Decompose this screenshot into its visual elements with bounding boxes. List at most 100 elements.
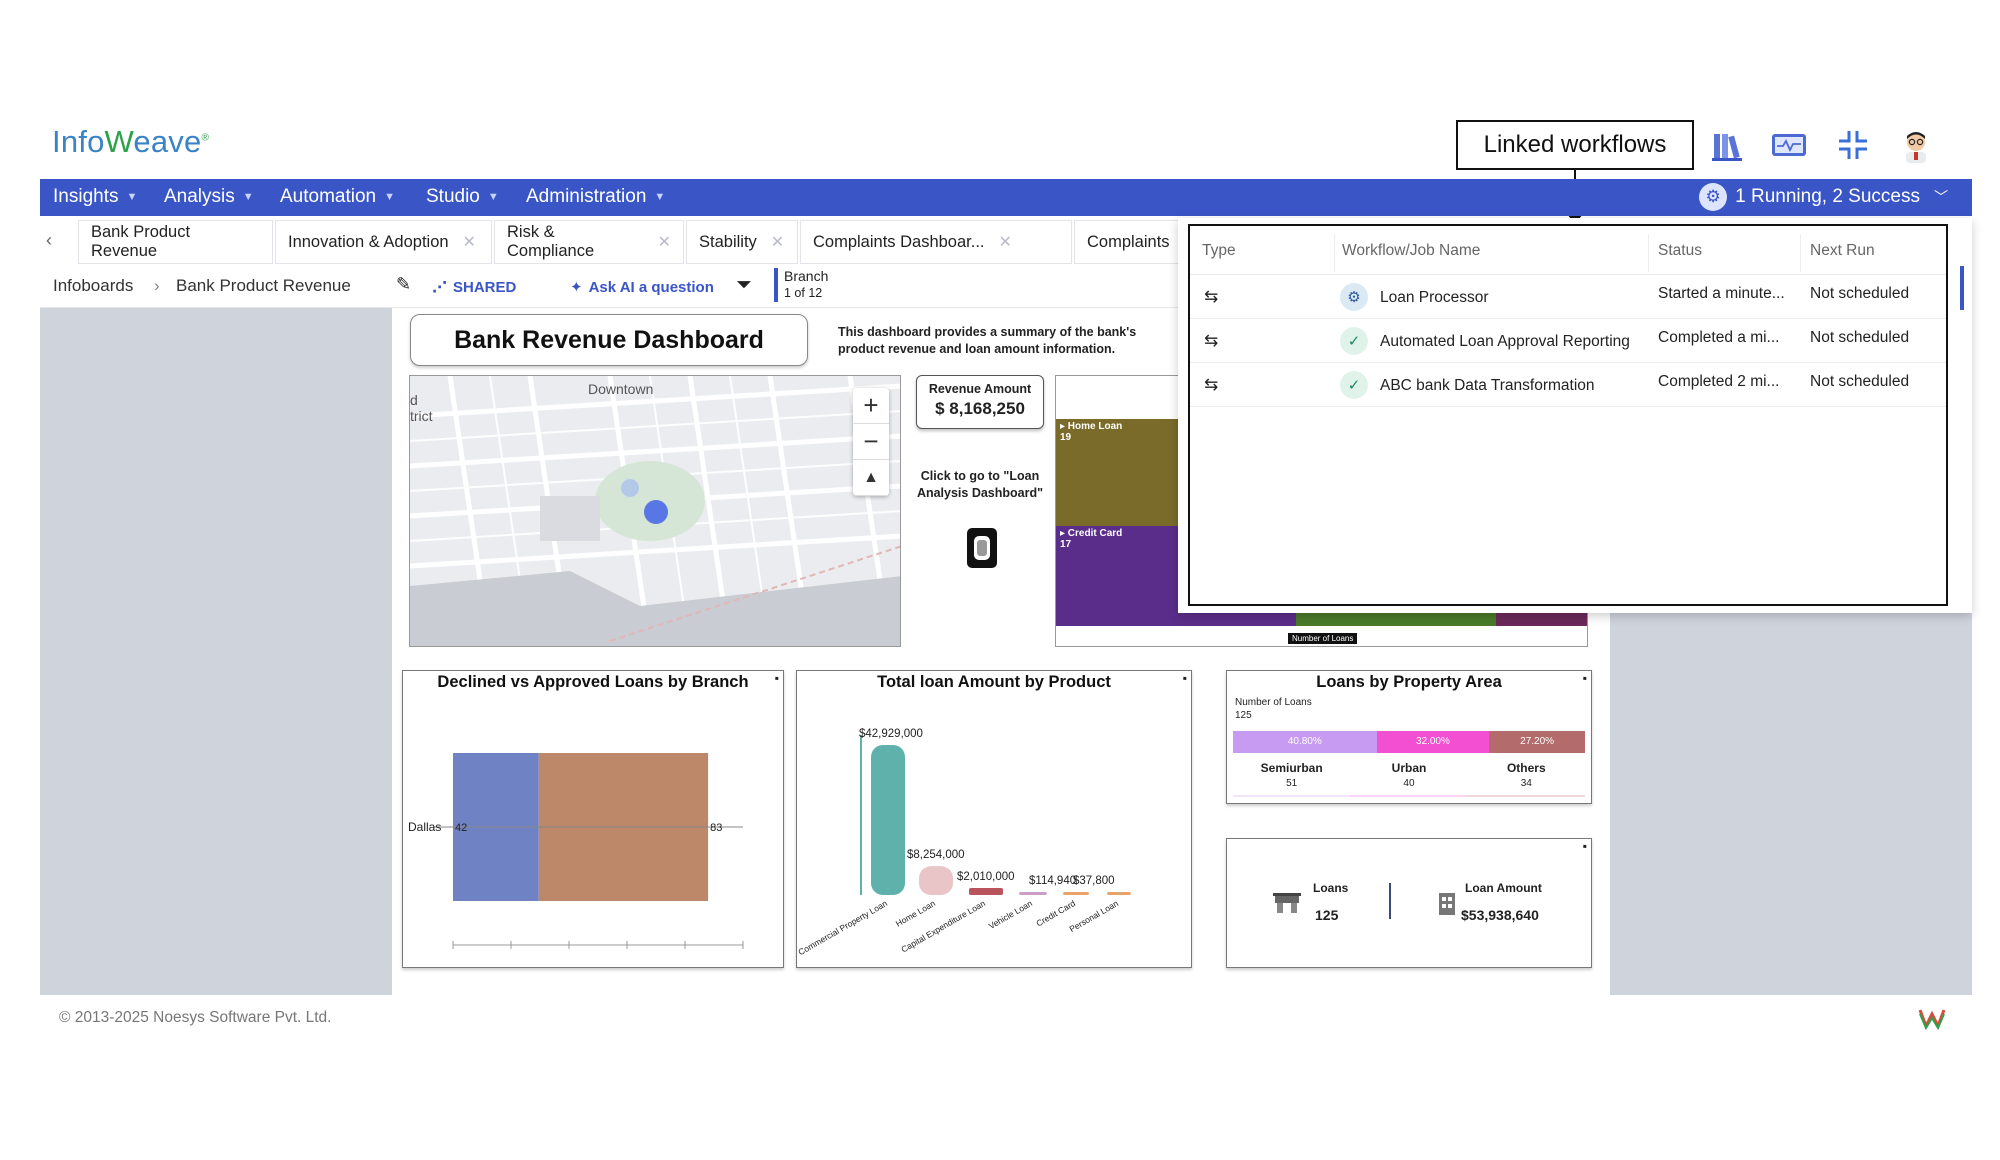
logo-mark: W	[104, 124, 134, 159]
nav-analysis-label: Analysis	[164, 186, 235, 207]
map-marker[interactable]	[644, 500, 668, 524]
workflow-type-icon: ⇆	[1204, 287, 1219, 306]
treemap-home-loan-label: ▸ Home Loan	[1060, 421, 1123, 432]
data-label-2: $2,010,000	[957, 871, 1015, 883]
tab-bank-product-revenue[interactable]: Bank Product Revenue	[78, 220, 273, 264]
card-menu-icon[interactable]: ▪	[775, 671, 779, 685]
card-menu-icon[interactable]: ▪	[1183, 671, 1187, 685]
compass-icon[interactable]: ▲	[853, 460, 889, 496]
data-label-N: 42	[455, 822, 467, 834]
property-segment-1[interactable]: 32.00%	[1376, 731, 1490, 753]
filter-icon[interactable]: ⏷	[736, 274, 752, 297]
card-menu-icon[interactable]: ▪	[1583, 671, 1587, 685]
user-avatar-icon[interactable]	[1898, 128, 1934, 164]
nav-administration[interactable]: Administration ▼	[526, 186, 665, 208]
data-label-0: $42,929,000	[859, 728, 923, 740]
zoom-in-button[interactable]: +	[853, 388, 889, 424]
property-segment-2[interactable]: 27.20%	[1489, 731, 1585, 753]
dashboard-title: Bank Revenue Dashboard	[410, 314, 808, 366]
tab-stability[interactable]: Stability ✕	[686, 220, 798, 264]
edit-icon[interactable]: ✎	[396, 274, 411, 295]
filter-indicator	[774, 268, 778, 302]
treemap-bottom-strip	[1056, 612, 1587, 626]
linked-workflows-callout: Linked workflows	[1456, 120, 1694, 170]
tab-complaints-dashboard[interactable]: Complaints Dashboar... ✕	[800, 220, 1072, 264]
workflow-status-toggle[interactable]: ⚙ 1 Running, 2 Success ﹀	[1699, 183, 1948, 211]
chevron-down-icon: ﹀	[1934, 189, 1948, 205]
tab-label: Complaints	[1087, 232, 1170, 251]
footer-logo-icon	[1918, 1006, 1946, 1035]
tab-innovation-adoption[interactable]: Innovation & Adoption ✕	[275, 220, 492, 264]
category-label-5: Personal Loan	[1068, 898, 1121, 934]
loans-value: 125	[1315, 907, 1339, 923]
ask-ai-button[interactable]: ✦ Ask AI a question	[570, 278, 714, 297]
treemap-axis-tag: Number of Loans	[1288, 633, 1358, 644]
nav-studio-label: Studio	[426, 186, 480, 207]
chevron-down-icon: ▼	[384, 191, 396, 203]
close-icon[interactable]: ✕	[999, 232, 1012, 252]
chevron-down-icon: ▼	[487, 191, 499, 203]
nav-studio[interactable]: Studio ▼	[426, 186, 499, 208]
ask-ai-label: Ask AI a question	[588, 278, 714, 296]
nav-automation-label: Automation	[280, 186, 377, 207]
loans-label: Loans	[1313, 881, 1349, 895]
treemap-credit-card-value: 17	[1060, 539, 1072, 550]
shared-button[interactable]: ⋰ SHARED	[432, 278, 516, 297]
property-category-0: Semiurban 51	[1233, 761, 1351, 797]
card-menu-icon[interactable]: ▪	[1583, 839, 1587, 853]
close-icon[interactable]: ✕	[771, 232, 784, 252]
data-label-Y: 83	[710, 822, 722, 834]
collapse-icon[interactable]	[1836, 128, 1872, 164]
tab-label: Risk & Compliance	[507, 223, 595, 260]
chevron-down-icon: ▼	[126, 191, 138, 203]
navigate-button-icon[interactable]	[966, 527, 998, 569]
breadcrumb-root[interactable]: Infoboards	[53, 276, 133, 296]
share-icon: ⋰	[432, 279, 447, 296]
nav-analysis[interactable]: Analysis ▼	[164, 186, 254, 208]
property-total-value: 125	[1235, 710, 1252, 721]
app-logo[interactable]: InfoWeave®	[52, 124, 222, 168]
nav-administration-label: Administration	[526, 186, 647, 207]
property-segment-0[interactable]: 40.80%	[1233, 731, 1377, 753]
filter-name[interactable]: Branch	[784, 268, 828, 284]
property-category-value: 40	[1403, 778, 1415, 789]
workflow-type-icon: ⇆	[1204, 375, 1219, 394]
col-next-run: Next Run	[1810, 242, 1875, 259]
revenue-label: Revenue Amount	[928, 382, 1032, 396]
revenue-amount-card: Revenue Amount $ 8,168,250	[916, 375, 1044, 429]
workflow-name: Automated Loan Approval Reporting	[1380, 333, 1630, 350]
library-icon[interactable]	[1710, 128, 1746, 164]
table-row[interactable]: ⇆ ✓ ABC bank Data Transformation Complet…	[1190, 363, 1946, 407]
chart-title: Total loan Amount by Product	[877, 673, 1111, 691]
declined-approved-chart: Dallas4283NY	[408, 753, 744, 949]
close-icon[interactable]: ✕	[658, 232, 671, 252]
monitor-icon[interactable]	[1770, 128, 1806, 164]
filter-count: 1 of 12	[784, 286, 823, 300]
sparkle-icon: ✦	[570, 279, 583, 296]
branch-map[interactable]: Downtown d trict + − ▲	[409, 375, 901, 647]
nav-automation[interactable]: Automation ▼	[280, 186, 395, 208]
tab-risk-compliance[interactable]: Risk & Compliance ✕	[494, 220, 684, 264]
workflow-status: Completed a mi...	[1658, 329, 1780, 346]
bar-5	[1107, 892, 1131, 895]
chevron-down-icon: ▼	[654, 191, 666, 203]
tab-label: Complaints Dashboar...	[813, 232, 985, 251]
workflows-table: Type Workflow/Job Name Status Next Run ⇆…	[1188, 224, 1948, 606]
zoom-out-button[interactable]: −	[853, 424, 889, 460]
close-icon[interactable]: ✕	[463, 232, 476, 252]
workflow-status: Started a minute...	[1658, 285, 1785, 302]
treemap-credit-card-label: ▸ Credit Card	[1060, 528, 1123, 539]
chevron-left-icon[interactable]: ‹	[46, 230, 52, 251]
table-row[interactable]: ⇆ ✓ Automated Loan Approval Reporting Co…	[1190, 319, 1946, 363]
chart-title: Loans by Property Area	[1316, 673, 1502, 691]
property-category-name: Others	[1506, 761, 1546, 775]
bar-1	[919, 866, 953, 895]
chevron-down-icon: ▼	[242, 191, 254, 203]
panel-scroll-indicator[interactable]	[1960, 266, 1964, 310]
kpi-divider	[1389, 883, 1391, 919]
col-name: Workflow/Job Name	[1342, 242, 1481, 259]
property-category-name: Semiurban	[1260, 761, 1323, 775]
chevron-right-icon: ›	[154, 276, 160, 295]
table-row[interactable]: ⇆ ⚙ Loan Processor Started a minute... N…	[1190, 275, 1946, 319]
nav-insights[interactable]: Insights ▼	[53, 186, 137, 208]
